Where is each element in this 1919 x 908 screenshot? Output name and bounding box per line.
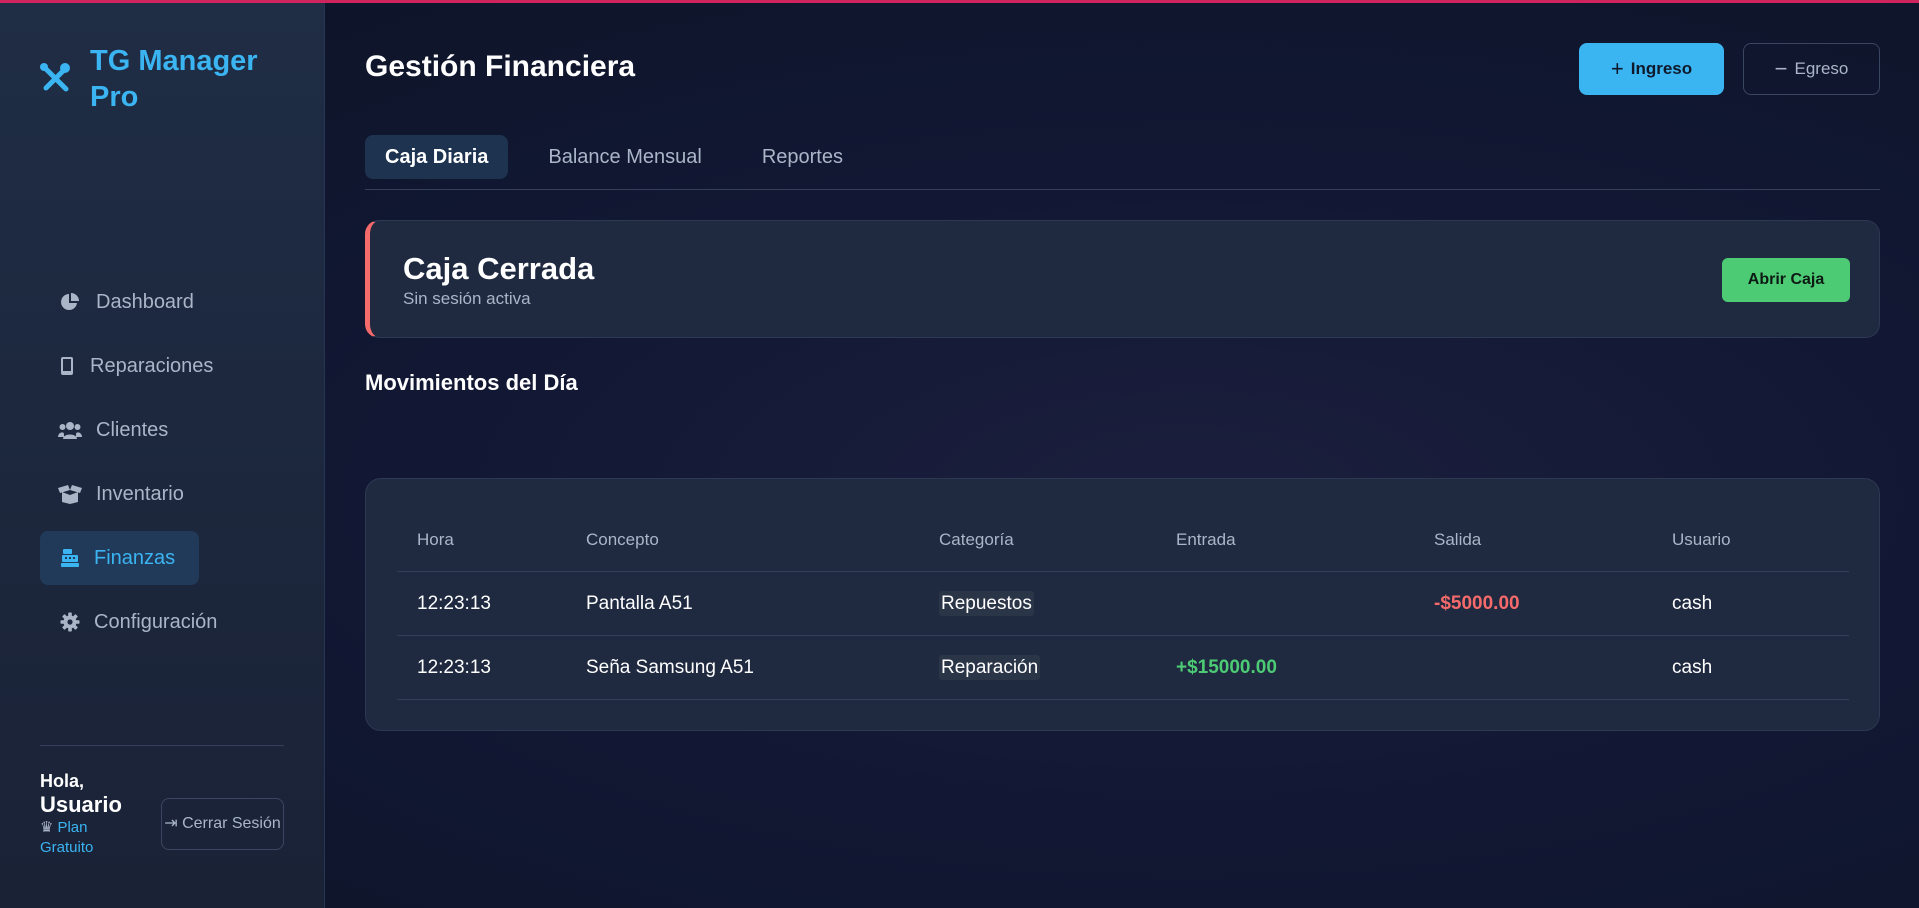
plan-badge: ♛ Plan Gratuito: [40, 818, 130, 858]
tab-caja-diaria[interactable]: Caja Diaria: [365, 135, 509, 179]
sidebar-item-label: Finanzas: [94, 546, 176, 569]
sidebar-item-finanzas[interactable]: Finanzas: [40, 531, 199, 585]
column-header-categoria: Categoría: [939, 529, 1014, 549]
cash-status-title: Caja Cerrada: [403, 251, 595, 286]
page-title: Gestión Financiera: [365, 50, 636, 83]
column-header-hora: Hora: [417, 529, 454, 549]
table-header: Hora Concepto Categoría Entrada Salida U…: [397, 508, 1849, 572]
minus-icon: −: [1774, 56, 1788, 81]
gear-icon: [58, 610, 82, 634]
logout-label: ⇥ Cerrar Sesión: [164, 815, 281, 832]
user-greeting: Hola,: [40, 771, 85, 791]
category-badge: Repuestos: [939, 590, 1034, 616]
egreso-label: Egreso: [1794, 59, 1849, 78]
column-header-salida: Salida: [1434, 529, 1482, 549]
sidebar-item-label: Inventario: [96, 482, 184, 505]
sidebar-item-label: Clientes: [96, 418, 169, 441]
users-icon: [58, 418, 82, 442]
cell-hora: 12:23:13: [417, 592, 491, 614]
crown-icon: ♛: [40, 819, 54, 836]
cell-entrada: +$15000.00: [1176, 656, 1277, 678]
app-root: TG Manager Pro Dashboard Reparaciones Cl…: [0, 0, 1919, 908]
cell-hora: 12:23:13: [417, 656, 491, 678]
cell-usuario: cash: [1672, 656, 1713, 678]
chart-pie-icon: [58, 290, 82, 314]
cash-register-icon: [58, 546, 82, 570]
add-income-button[interactable]: + Ingreso: [1579, 43, 1724, 95]
cell-usuario: cash: [1672, 592, 1713, 614]
tab-bar: Caja Diaria Balance Mensual Reportes: [365, 135, 883, 179]
open-cash-button[interactable]: Abrir Caja: [1722, 258, 1850, 302]
table-row: 12:23:13 Seña Samsung A51 Reparación +$1…: [397, 636, 1849, 700]
sidebar-item-label: Reparaciones: [90, 354, 214, 377]
column-header-usuario: Usuario: [1672, 529, 1731, 549]
logout-button[interactable]: ⇥ Cerrar Sesión: [161, 798, 284, 850]
brand[interactable]: TG Manager Pro: [38, 43, 280, 115]
mobile-icon: [58, 354, 76, 378]
brand-name: TG Manager Pro: [90, 45, 258, 113]
sidebar: TG Manager Pro Dashboard Reparaciones Cl…: [0, 3, 325, 908]
table-row: 12:23:13 Pantalla A51 Repuestos -$5000.0…: [397, 572, 1849, 636]
tab-reportes[interactable]: Reportes: [742, 135, 863, 179]
cell-categoria: Repuestos: [939, 590, 1176, 616]
sidebar-item-inventario[interactable]: Inventario: [40, 467, 290, 521]
cell-categoria: Reparación: [939, 654, 1176, 680]
tab-balance-mensual[interactable]: Balance Mensual: [528, 135, 721, 179]
ingreso-label: Ingreso: [1630, 59, 1693, 78]
sidebar-item-dashboard[interactable]: Dashboard: [40, 275, 290, 329]
sidebar-item-label: Configuración: [94, 610, 218, 633]
tab-divider: [365, 189, 1880, 190]
sidebar-item-configuracion[interactable]: Configuración: [40, 595, 290, 649]
column-header-concepto: Concepto: [586, 529, 659, 549]
cell-salida: -$5000.00: [1434, 592, 1520, 614]
plus-icon: +: [1610, 56, 1624, 81]
sidebar-item-label: Dashboard: [96, 290, 194, 313]
cash-status-card: Caja Cerrada Sin sesión activa Abrir Caj…: [365, 220, 1880, 338]
sidebar-item-reparaciones[interactable]: Reparaciones: [40, 339, 290, 393]
cash-status-subtitle: Sin sesión activa: [403, 289, 531, 308]
movements-title: Movimientos del Día: [365, 370, 578, 395]
category-badge: Reparación: [939, 654, 1041, 680]
sidebar-item-clientes[interactable]: Clientes: [40, 403, 290, 457]
cell-concepto: Seña Samsung A51: [586, 656, 754, 678]
user-block: Hola, Usuario ♛ Plan Gratuito: [40, 770, 130, 858]
user-name: Usuario: [40, 792, 122, 817]
cell-concepto: Pantalla A51: [586, 592, 693, 614]
sidebar-nav: Dashboard Reparaciones Clientes Inventar…: [40, 275, 290, 659]
movements-table-card: Hora Concepto Categoría Entrada Salida U…: [365, 478, 1880, 731]
column-header-entrada: Entrada: [1176, 529, 1236, 549]
tools-icon: [38, 61, 72, 95]
movements-table: Hora Concepto Categoría Entrada Salida U…: [397, 508, 1849, 700]
sidebar-divider: [40, 745, 284, 746]
add-expense-button[interactable]: − Egreso: [1743, 43, 1880, 95]
box-open-icon: [58, 482, 82, 506]
sign-out-icon: ⇥: [164, 815, 178, 832]
